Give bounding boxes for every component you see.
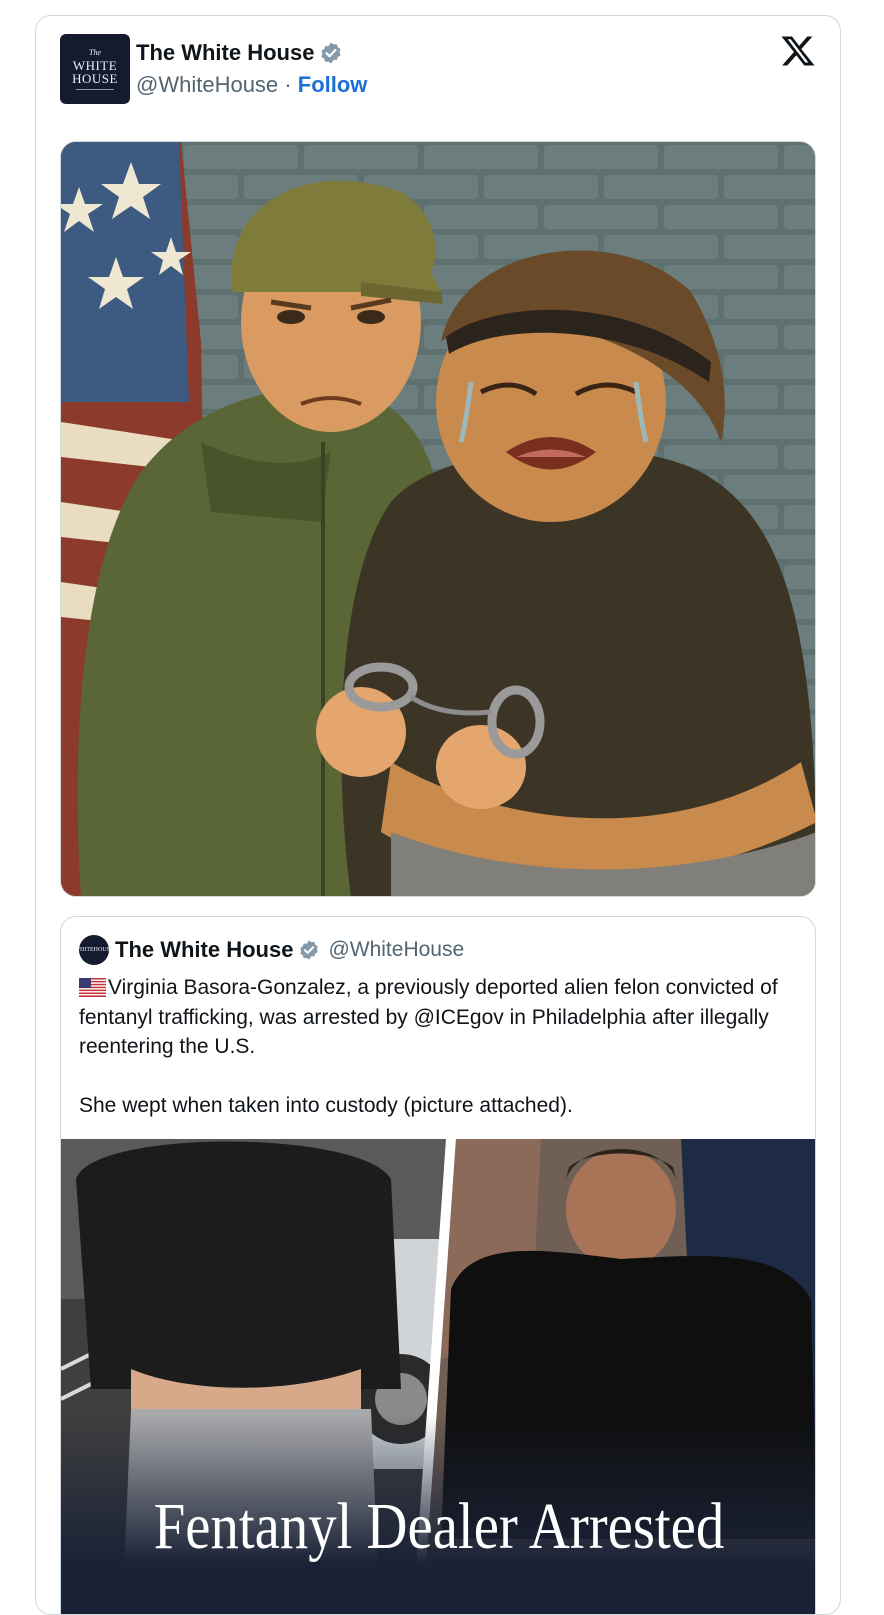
quoted-author-name[interactable]: The White House (115, 937, 293, 963)
follow-button[interactable]: Follow (298, 72, 368, 97)
quoted-author-handle[interactable]: @WhiteHouse (328, 938, 464, 962)
arrest-illustration (61, 142, 815, 896)
avatar-text-house: HOUSE (72, 70, 118, 86)
avatar-text-the: The (89, 47, 101, 57)
quoted-avatar-text-house: HOUSE (93, 947, 114, 953)
author-handle-row: @WhiteHouse · Follow (136, 72, 367, 98)
author-name[interactable]: The White House (136, 40, 314, 66)
avatar-rule (76, 88, 114, 90)
avatar-text-white: WHITE (72, 57, 118, 73)
separator-dot: · (284, 72, 292, 97)
us-flag-icon (79, 978, 106, 997)
quoted-header: WHITE HOUSE The White House @WhiteHouse (74, 935, 464, 965)
x-logo-icon[interactable] (780, 33, 816, 69)
quoted-text: Virginia Basora-Gonzalez, a previously d… (79, 976, 778, 1117)
quoted-tweet[interactable]: WHITE HOUSE The White House @WhiteHouse … (60, 916, 816, 1614)
quoted-avatar[interactable]: WHITE HOUSE (74, 935, 114, 965)
tweet-card: The WHITE HOUSE The White House @WhiteHo… (35, 15, 841, 1615)
cartoon-image[interactable] (60, 141, 816, 897)
quoted-avatar-text-white: WHITE (74, 947, 94, 953)
verified-badge-icon (300, 940, 319, 960)
quoted-text-block: Virginia Basora-Gonzalez, a previously d… (79, 973, 779, 1121)
photo-caption: Fentanyl Dealer Arrested (153, 1490, 725, 1563)
author-name-row: The White House (136, 40, 343, 66)
author-handle[interactable]: @WhiteHouse (136, 72, 278, 97)
arrest-photo[interactable]: Fentanyl Dealer Arrested (61, 1139, 815, 1614)
verified-badge-icon (321, 42, 341, 64)
author-avatar[interactable]: The WHITE HOUSE (60, 34, 130, 104)
